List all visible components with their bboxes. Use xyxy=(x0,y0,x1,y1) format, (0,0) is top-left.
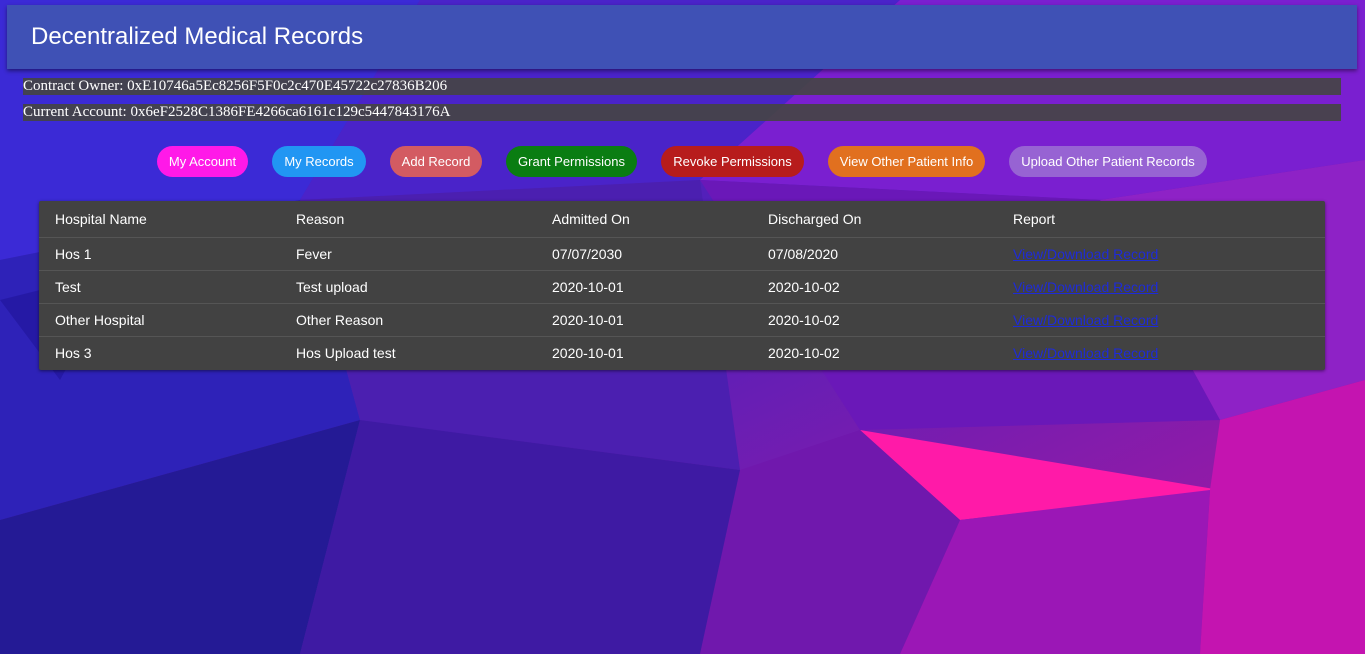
revoke-permissions-button[interactable]: Revoke Permissions xyxy=(661,146,804,177)
contract-owner-text: Contract Owner: 0xE10746a5Ec8256F5F0c2c4… xyxy=(23,78,1341,95)
discharged-on-cell: 2020-10-02 xyxy=(768,345,840,361)
grant-permissions-button[interactable]: Grant Permissions xyxy=(506,146,637,177)
discharged-on-cell: 2020-10-02 xyxy=(752,270,997,304)
table-row: Other Hospital Other Reason 2020-10-01 2… xyxy=(39,303,1325,337)
add-record-button[interactable]: Add Record xyxy=(390,146,482,177)
column-header-hospital-name: Hospital Name xyxy=(39,201,280,238)
column-header-admitted-on: Admitted On xyxy=(536,201,752,238)
app-title: Decentralized Medical Records xyxy=(31,23,364,50)
column-header-discharged-on: Discharged On xyxy=(752,201,997,238)
app-bar: Decentralized Medical Records xyxy=(7,5,1357,69)
admitted-on-cell: 2020-10-01 xyxy=(536,303,752,337)
reason-cell: Test upload xyxy=(280,270,536,304)
discharged-on-cell: 07/08/2020 xyxy=(752,237,997,271)
table-row: Test Test upload 2020-10-01 2020-10-02 V… xyxy=(39,270,1325,304)
report-cell: View/Download Record xyxy=(997,337,1325,370)
admitted-on-cell: 2020-10-01 xyxy=(552,345,624,361)
hospital-name-cell: Hos 3 xyxy=(55,345,92,361)
reason-cell: Hos Upload test xyxy=(296,345,396,361)
view-other-patient-info-button[interactable]: View Other Patient Info xyxy=(828,146,985,177)
view-download-record-link[interactable]: View/Download Record xyxy=(1013,345,1158,361)
hospital-name-cell: Test xyxy=(39,270,280,304)
my-records-button[interactable]: My Records xyxy=(272,146,366,177)
hospital-name-cell: Other Hospital xyxy=(39,303,280,337)
table-row: Hos 3 Hos Upload test 2020-10-01 2020-10… xyxy=(39,337,1325,370)
records-table: Hospital Name Reason Admitted On Dischar… xyxy=(39,201,1325,369)
column-header-reason: Reason xyxy=(280,201,536,238)
report-cell: View/Download Record xyxy=(997,303,1325,337)
my-account-button[interactable]: My Account xyxy=(157,146,248,177)
report-cell: View/Download Record xyxy=(997,270,1325,304)
admitted-on-cell: 07/07/2030 xyxy=(536,237,752,271)
upload-other-patient-records-button[interactable]: Upload Other Patient Records xyxy=(1009,146,1207,177)
nav-button-bar: My Account My Records Add Record Grant P… xyxy=(0,146,1365,177)
view-download-record-link[interactable]: View/Download Record xyxy=(1013,312,1158,328)
hospital-name-cell: Hos 1 xyxy=(39,237,280,271)
admitted-on-cell: 2020-10-01 xyxy=(536,270,752,304)
column-header-report: Report xyxy=(997,201,1325,238)
reason-cell: Other Reason xyxy=(280,303,536,337)
view-download-record-link[interactable]: View/Download Record xyxy=(1013,279,1158,295)
view-download-record-link[interactable]: View/Download Record xyxy=(1013,246,1158,262)
report-cell: View/Download Record xyxy=(997,237,1325,271)
current-account-text: Current Account: 0x6eF2528C1386FE4266ca6… xyxy=(23,104,1341,121)
records-table-panel: Hospital Name Reason Admitted On Dischar… xyxy=(39,201,1325,370)
discharged-on-cell: 2020-10-02 xyxy=(752,303,997,337)
table-row: Hos 1 Fever 07/07/2030 07/08/2020 View/D… xyxy=(39,237,1325,271)
table-header-row: Hospital Name Reason Admitted On Dischar… xyxy=(39,201,1325,238)
reason-cell: Fever xyxy=(280,237,536,271)
